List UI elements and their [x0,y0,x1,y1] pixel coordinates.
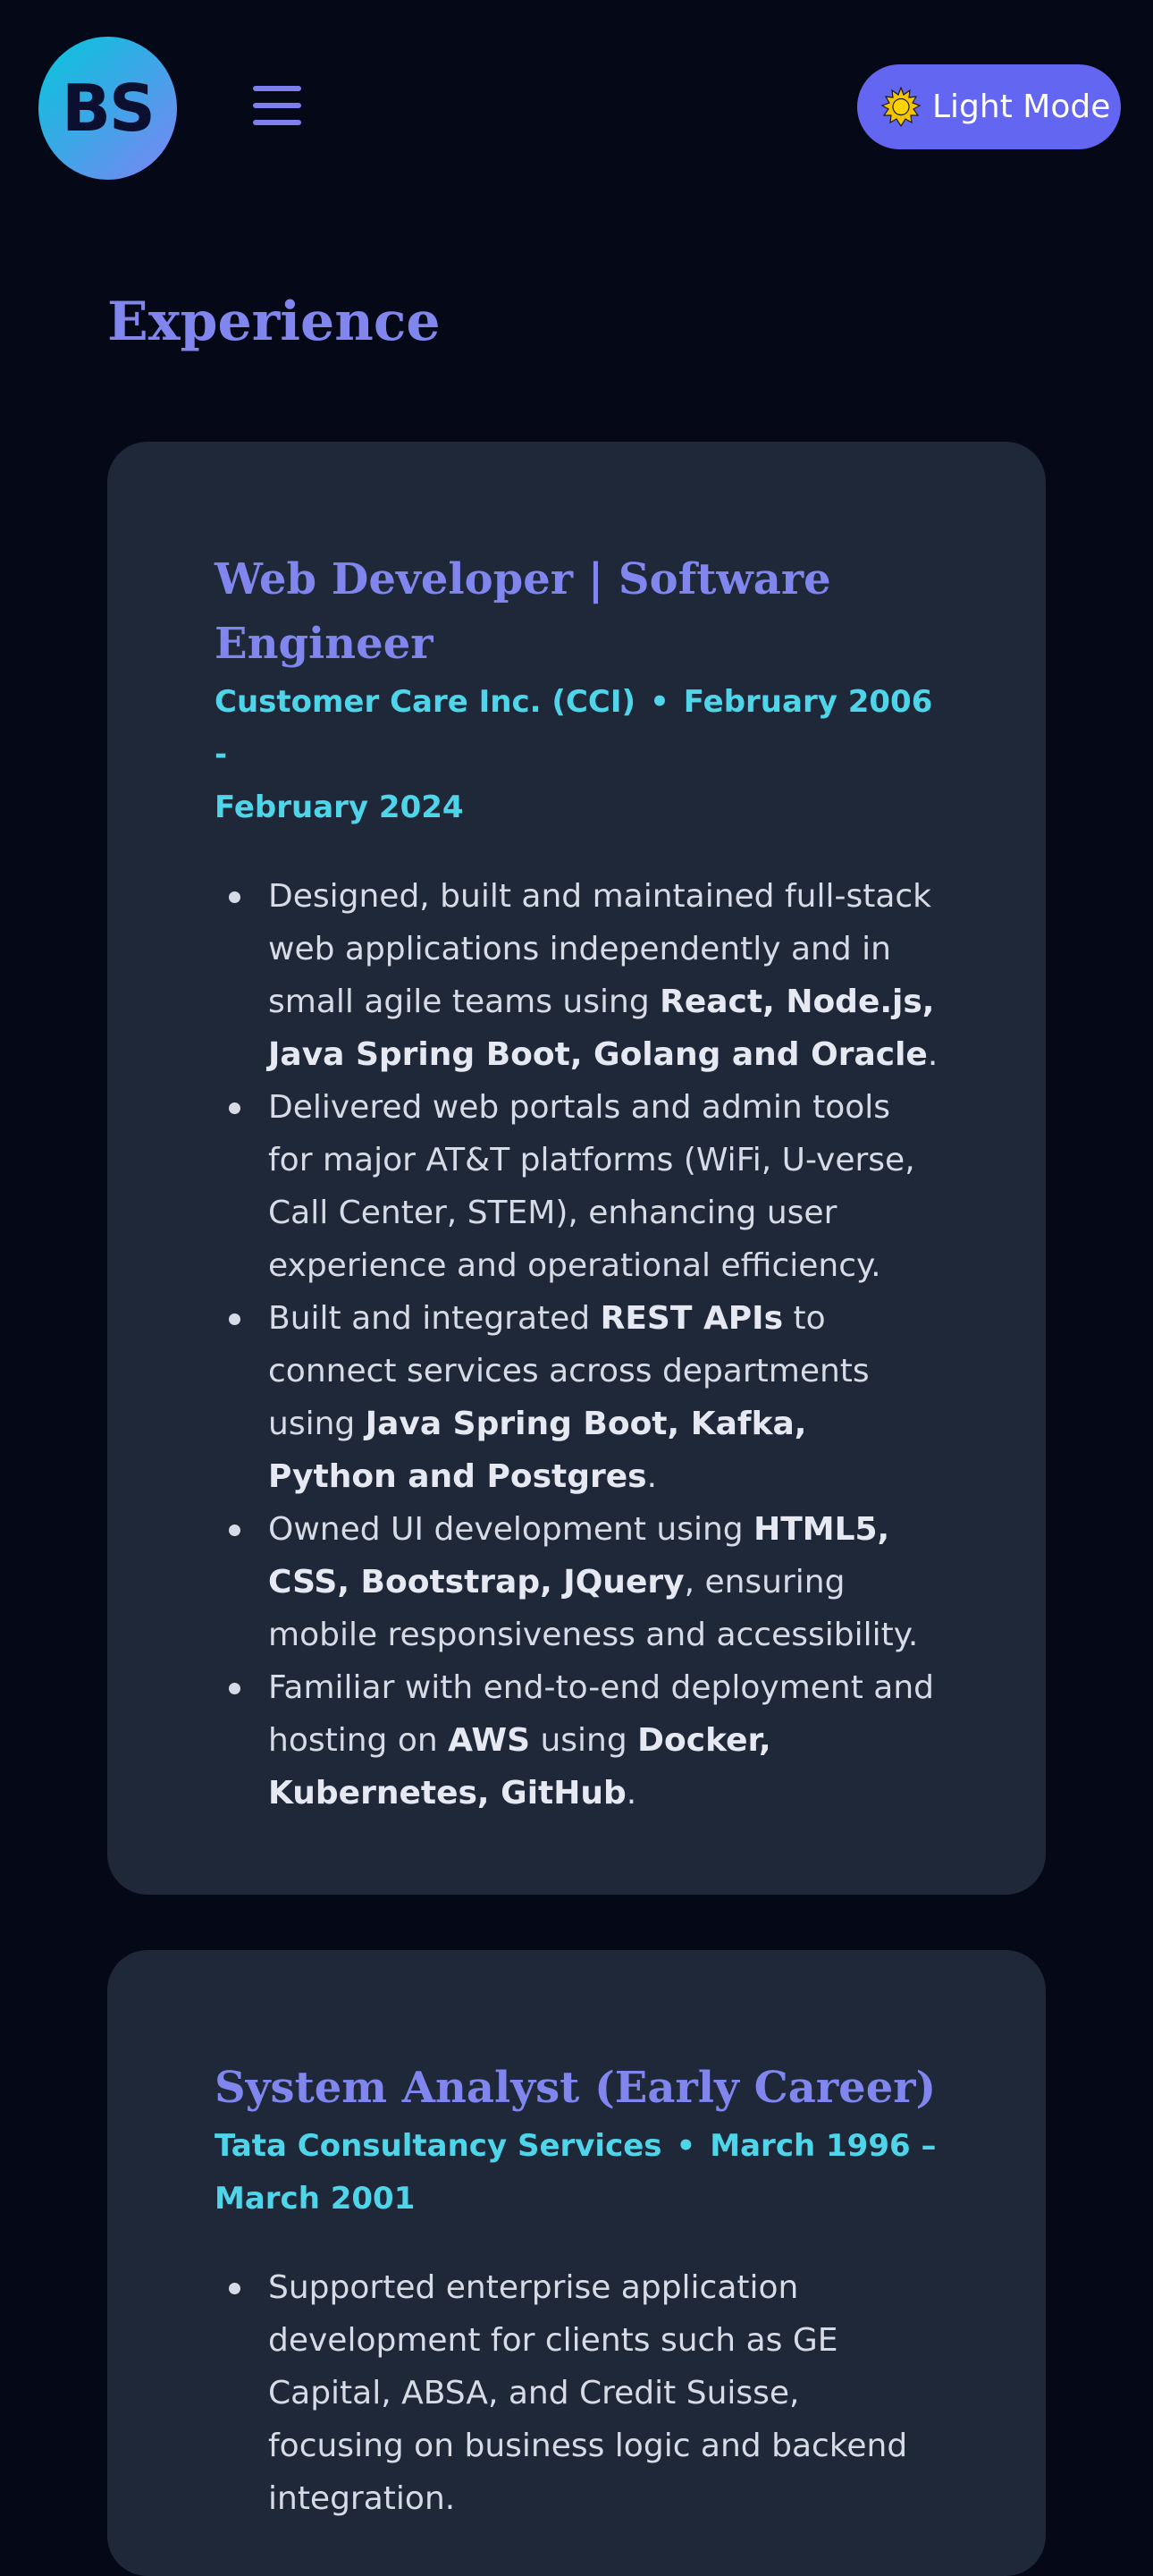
list-item: Supported enterprise application develop… [229,2261,938,2525]
list-item: Delivered web portals and admin tools fo… [229,1081,938,1292]
job-meta: Customer Care Inc. (CCI) • February 2006 -… [215,676,938,834]
job-title-line: Web Developer | Software [215,554,831,604]
duties-list: Supported enterprise application develop… [215,2261,938,2525]
job-title: Web Developer | Software Engineer [215,547,938,676]
job-title-line: System Analyst (Early Career) [215,2063,937,2113]
job-title: System Analyst (Early Career) [215,2056,938,2120]
experience-card: System Analyst (Early Career) Tata Consu… [107,1950,1046,2576]
meta-separator: • [650,684,669,720]
menu-line [253,120,301,125]
job-dates: February 2024 [215,790,464,825]
menu-line [253,103,301,108]
section-title: Experience [107,291,441,353]
experience-card: Web Developer | Software Engineer Custom… [107,442,1046,1895]
company-name: Tata Consultancy Services [215,2128,662,2164]
meta-separator: • [676,2128,696,2164]
list-item: Owned UI development using HTML5, CSS, B… [229,1503,938,1661]
duties-list: Designed, built and maintained full-stac… [215,870,938,1820]
light-mode-toggle-button[interactable]: Light Mode [857,64,1121,149]
list-item: Designed, built and maintained full-stac… [229,870,938,1081]
logo-avatar[interactable]: BS [38,37,177,180]
job-meta: Tata Consultancy Services • March 1996 – M… [215,2120,938,2225]
company-name: Customer Care Inc. (CCI) [215,684,636,720]
top-header: BS Light Mode [0,0,1153,215]
menu-line [253,86,301,91]
theme-toggle-label: Light Mode [932,89,1111,125]
list-item: Built and integrated REST APIs to connec… [229,1292,938,1503]
sun-icon [880,86,922,127]
job-dates: March 2001 [215,2181,416,2217]
hamburger-icon[interactable] [250,84,304,127]
list-item: Familiar with end-to-end deployment and … [229,1661,938,1820]
job-dates: March 1996 – [710,2128,937,2164]
job-title-line: Engineer [215,619,433,669]
logo-text: BS [62,71,156,146]
